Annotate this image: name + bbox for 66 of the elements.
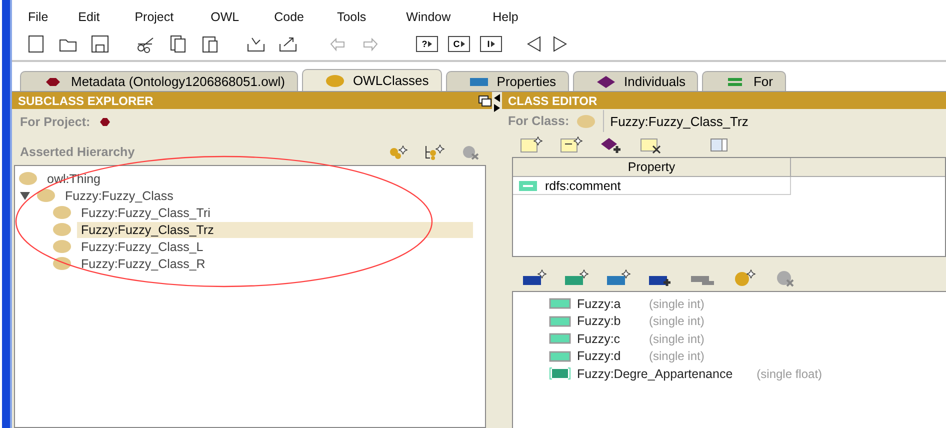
class-icon: [53, 223, 71, 236]
tab[interactable]: For: [702, 71, 786, 91]
annotation-property-icon: [519, 180, 537, 190]
property-name[interactable]: Fuzzy:a: [577, 296, 637, 311]
property-type: (single int): [649, 349, 704, 364]
class-icon: [37, 189, 55, 202]
property-type: (single float): [756, 366, 822, 381]
class-icon: [53, 257, 71, 270]
add-subclass-icon[interactable]: [388, 144, 410, 160]
tab[interactable]: OWLClasses: [302, 69, 442, 91]
play-arrow-icon: [428, 41, 432, 47]
menu-item[interactable]: Code: [274, 10, 304, 24]
toolbar-button[interactable]: I: [480, 36, 502, 52]
class-icon: [577, 114, 596, 128]
panel-view-icon[interactable]: [710, 137, 728, 153]
tree-item[interactable]: Fuzzy:Fuzzy_Class_Trz: [77, 222, 473, 238]
save-icon[interactable]: [90, 34, 110, 54]
window-icon[interactable]: [478, 94, 492, 106]
property-name[interactable]: Fuzzy:Degre_Appartenance: [577, 366, 733, 381]
tab[interactable]: Metadata (Ontology1206868051.owl): [20, 71, 298, 91]
panel-title: CLASS EDITOR: [508, 94, 598, 108]
property-name[interactable]: Fuzzy:c: [577, 332, 637, 346]
tab[interactable]: Properties: [446, 71, 570, 91]
property-type: (single int): [649, 296, 704, 311]
class-icon: [53, 240, 71, 253]
menu-item[interactable]: OWL: [210, 10, 240, 24]
class-icon: [19, 172, 37, 185]
menu-item[interactable]: Edit: [78, 10, 100, 24]
project-hexagon-icon: [98, 117, 112, 127]
menu-item[interactable]: Project: [134, 10, 174, 24]
add-datatype-property-icon[interactable]: [564, 269, 590, 287]
tree-item[interactable]: Fuzzy:Fuzzy_Class: [61, 188, 178, 204]
paste-icon[interactable]: [200, 34, 220, 54]
class-label: For Class:: [508, 114, 570, 128]
property-type: (single int): [649, 332, 704, 346]
new-file-icon[interactable]: [26, 34, 46, 54]
property-name[interactable]: Fuzzy:b: [577, 314, 637, 328]
add-restriction-icon[interactable]: [732, 269, 758, 287]
add-annotation-icon[interactable]: [560, 136, 584, 154]
expanded-arrow-icon[interactable]: [19, 190, 31, 200]
panel-title: SUBCLASS EXPLORER: [18, 94, 154, 108]
project-label: For Project:: [20, 115, 90, 129]
collapse-left-icon[interactable]: [494, 94, 500, 102]
tree-item[interactable]: Fuzzy:Fuzzy_Class_R: [77, 256, 210, 272]
menu-item[interactable]: File: [28, 10, 48, 24]
play-arrow-icon: [460, 41, 465, 47]
add-annotation-icon[interactable]: [520, 136, 544, 154]
tree-item[interactable]: Fuzzy:Fuzzy_Class_L: [77, 238, 208, 254]
toolbar-button[interactable]: C: [448, 36, 470, 52]
tree-item[interactable]: Fuzzy:Fuzzy_Class_Tri: [77, 204, 214, 220]
class-icon: [53, 206, 71, 219]
toolbar-button[interactable]: ?: [416, 36, 438, 52]
tab[interactable]: Individuals: [573, 71, 698, 91]
collapse-right-icon[interactable]: [494, 104, 500, 112]
menu-item[interactable]: Window: [406, 10, 451, 24]
add-annotation-property-icon[interactable]: [606, 269, 632, 287]
menu-item[interactable]: Help: [492, 10, 518, 24]
menu-item[interactable]: Tools: [336, 10, 366, 24]
property-type: (single int): [649, 314, 704, 328]
table-cell[interactable]: rdfs:comment: [513, 177, 791, 195]
add-object-property-icon[interactable]: [522, 269, 548, 287]
copy-icon[interactable]: [168, 34, 188, 54]
property-name[interactable]: Fuzzy:d: [577, 349, 637, 364]
add-sibling-icon[interactable]: [424, 144, 446, 160]
play-arrow-icon: [490, 41, 495, 47]
hierarchy-label: Asserted Hierarchy: [20, 145, 135, 159]
